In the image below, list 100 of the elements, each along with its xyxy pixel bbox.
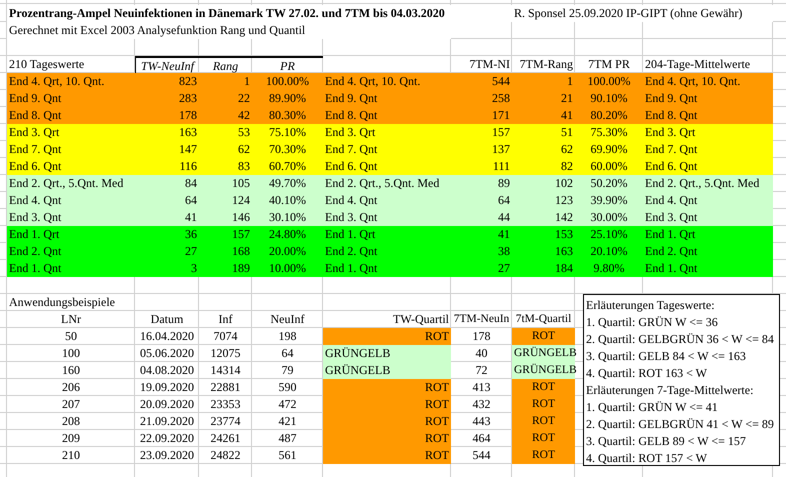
table-cell-text: 209 bbox=[61, 430, 81, 447]
table-cell: End 6. Qnt bbox=[323, 158, 451, 175]
table-cell: GRÜNGELB bbox=[323, 362, 451, 379]
table-cell-text: 464 bbox=[472, 430, 492, 447]
table-cell: End 4. Qnt bbox=[643, 192, 773, 209]
table-cell: End 1. Qrt bbox=[323, 226, 451, 243]
table-cell: End 3. Qrt bbox=[323, 124, 451, 141]
table-cell-text: 64 bbox=[280, 345, 294, 362]
column-header: 7tM-Quartil bbox=[514, 312, 572, 327]
table-cell: 178 bbox=[135, 107, 199, 124]
table-cell: 153 bbox=[512, 226, 575, 243]
table-cell-text: 16.04.2020 bbox=[139, 328, 195, 345]
table-cell: End 7. Qnt bbox=[323, 141, 451, 158]
column-header: TW-Quartil bbox=[392, 311, 450, 328]
table-cell: 60.70% bbox=[252, 158, 323, 175]
column-header: Inf bbox=[218, 311, 234, 328]
table-cell: 53 bbox=[199, 124, 252, 141]
table-cell: 69.90% bbox=[575, 141, 643, 158]
table-cell-text: 207 bbox=[61, 396, 81, 413]
table-cell: 41 bbox=[512, 107, 575, 124]
table-cell: End 4. Qnt bbox=[7, 192, 135, 209]
table-cell-text: 19.09.2020 bbox=[139, 379, 195, 396]
table-cell: 171 bbox=[451, 107, 512, 124]
table-cell-text: 22.09.2020 bbox=[139, 430, 195, 447]
table-cell: 50.20% bbox=[575, 175, 643, 192]
table-cell-text: 206 bbox=[61, 379, 81, 396]
table-cell: End 3. Qnt bbox=[643, 209, 773, 226]
table-cell: 258 bbox=[451, 90, 512, 107]
subtitle: Gerechnet mit Excel 2003 Analysefunktion Rang und Quantil bbox=[7, 22, 451, 39]
table-cell-text: 20.09.2020 bbox=[139, 396, 195, 413]
table-cell: ROT bbox=[323, 413, 451, 430]
table-cell: End 9. Qnt bbox=[643, 90, 773, 107]
table-cell: 147 bbox=[135, 141, 199, 158]
table-cell: End 4. Qnt bbox=[323, 192, 451, 209]
table-cell: End 1. Qnt bbox=[643, 260, 773, 277]
table-cell: 157 bbox=[199, 226, 252, 243]
column-header: 7TM-Rang bbox=[518, 56, 574, 73]
table-cell: 42 bbox=[199, 107, 252, 124]
table-cell: 25.10% bbox=[575, 226, 643, 243]
table-cell: End 3. Qrt bbox=[7, 124, 135, 141]
table-cell-text: 544 bbox=[472, 447, 492, 464]
table-cell: 189 bbox=[199, 260, 252, 277]
table-cell: End 6. Qnt bbox=[643, 158, 773, 175]
table-cell: 27 bbox=[135, 243, 199, 260]
column-header: Datum bbox=[150, 311, 184, 328]
table-cell: End 1. Qnt bbox=[7, 260, 135, 277]
table-cell: 157 bbox=[451, 124, 512, 141]
table-cell: 70.30% bbox=[252, 141, 323, 158]
table-cell: 51 bbox=[512, 124, 575, 141]
table-cell: 41 bbox=[451, 226, 512, 243]
table-cell: GRÜNGELB bbox=[323, 345, 451, 362]
table-cell: 823 bbox=[135, 73, 199, 90]
sheet-title: Prozentrang-Ampel Neuinfektionen in Dänemark TW 27.02. und 7TM bis 04.03.2020 bbox=[7, 5, 512, 22]
table-cell: 49.70% bbox=[252, 175, 323, 192]
table-cell: 24.80% bbox=[252, 226, 323, 243]
table-cell-text: 208 bbox=[61, 413, 81, 430]
table-cell: 146 bbox=[199, 209, 252, 226]
table-cell: End 4. Qrt, 10. Qnt. bbox=[7, 73, 135, 90]
table-cell: End 9. Qnt bbox=[323, 90, 451, 107]
table-cell: 27 bbox=[451, 260, 512, 277]
legend-line: 4. Quartil: ROT 163 < W bbox=[586, 365, 708, 382]
table-cell: 90.10% bbox=[575, 90, 643, 107]
table-cell-text: 21.09.2020 bbox=[139, 413, 195, 430]
table-cell-text: 23774 bbox=[210, 413, 242, 430]
table-cell: 41 bbox=[135, 209, 199, 226]
table-cell: End 1. Qrt bbox=[643, 226, 773, 243]
table-cell: ROT bbox=[323, 447, 451, 464]
table-cell: 84 bbox=[135, 175, 199, 192]
table-cell: 184 bbox=[512, 260, 575, 277]
table-cell: 62 bbox=[512, 141, 575, 158]
table-cell-text: 443 bbox=[472, 413, 492, 430]
table-cell: End 2. Qnt bbox=[643, 243, 773, 260]
table-cell: 163 bbox=[135, 124, 199, 141]
table-cell-text: 79 bbox=[280, 362, 294, 379]
table-cell-text: 22881 bbox=[210, 379, 242, 396]
legend-heading: Erläuterungen Tageswerte: bbox=[586, 297, 716, 314]
table-cell: GRÜNGELB bbox=[512, 362, 575, 379]
table-cell-text: 50 bbox=[64, 328, 78, 345]
table-cell: 21 bbox=[512, 90, 575, 107]
table-cell: 137 bbox=[451, 141, 512, 158]
legend-line: 4. Quartil: ROT 157 < W bbox=[586, 450, 708, 467]
table-cell: End 4. Qrt, 10. Qnt. bbox=[643, 73, 773, 90]
table-cell: GRÜNGELB bbox=[512, 345, 575, 362]
table-cell: 20.10% bbox=[575, 243, 643, 260]
column-header: 7TM-NeuIn bbox=[452, 312, 510, 327]
table-cell: End 6. Qnt bbox=[7, 158, 135, 175]
table-cell-text: 40 bbox=[474, 345, 488, 362]
table-cell: ROT bbox=[323, 396, 451, 413]
table-cell-text: 05.06.2020 bbox=[139, 345, 195, 362]
table-cell-text: 100 bbox=[61, 345, 81, 362]
table-cell: 36 bbox=[135, 226, 199, 243]
table-cell: 64 bbox=[135, 192, 199, 209]
table-cell: 30.10% bbox=[252, 209, 323, 226]
table-cell: 111 bbox=[451, 158, 512, 175]
table-cell-text: 421 bbox=[278, 413, 298, 430]
table-cell: 3 bbox=[135, 260, 199, 277]
legend-line: 3. Quartil: GELB 89 < W <= 157 bbox=[586, 433, 747, 450]
table-cell: 89.90% bbox=[252, 90, 323, 107]
table-cell: 100.00% bbox=[575, 73, 643, 90]
table-cell: ROT bbox=[512, 379, 575, 396]
